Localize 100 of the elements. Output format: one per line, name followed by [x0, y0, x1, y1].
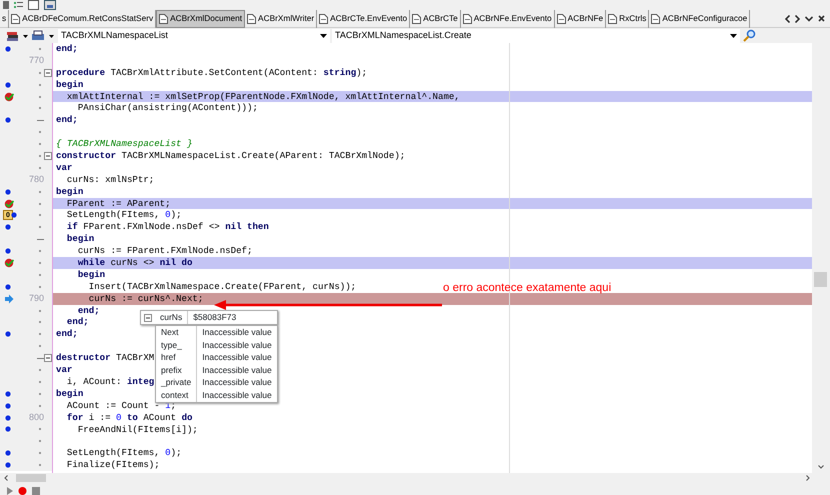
field-name: type_	[160, 338, 183, 352]
code-line: curNs := curNs^.Next;	[88, 292, 204, 304]
code-line: FParent := AParent;	[66, 198, 171, 209]
gutter-tick	[39, 345, 41, 348]
file-tab[interactable]: s	[0, 10, 10, 28]
file-tab[interactable]: ACBrCTe.EnvEvento	[317, 10, 410, 28]
line-number: 780	[28, 172, 44, 186]
file-tab[interactable]: ACBrXmlWriter	[245, 10, 318, 28]
watch-name: curNs	[159, 311, 184, 324]
code-line: begin	[56, 186, 84, 197]
file-tab[interactable]: ACBrCTe	[410, 10, 461, 28]
field-value: Inaccessible value	[196, 388, 277, 402]
gutter-tick	[39, 190, 41, 193]
field-value: Inaccessible value	[196, 364, 277, 376]
code-line: { TACBrXMLNamespaceList }	[56, 138, 192, 150]
code-line: SetLength(FItems, 0);	[66, 209, 182, 220]
code-line: PAnsiChar(ansistring(AContent)));	[76, 102, 258, 114]
field-name: context	[160, 388, 190, 402]
gutter-tick	[39, 380, 41, 383]
field-value: Inaccessible value	[196, 338, 277, 352]
line-number: 790	[28, 292, 44, 305]
code-line: end;	[56, 328, 78, 340]
gutter-tick	[39, 202, 41, 205]
scroll-left-icon[interactable]	[785, 14, 790, 22]
code-line: end;	[66, 316, 89, 328]
gutter-tick	[39, 392, 41, 395]
gutter-tick	[39, 404, 41, 407]
class-combo[interactable]: TACBrXMLNamespaceList	[58, 28, 330, 42]
gutter-tick	[39, 96, 41, 98]
method-combo[interactable]: TACBrXMLNamespaceList.Create	[332, 28, 740, 42]
code-line: for i := 0 to ACount do	[66, 412, 192, 423]
code-line: i, ACount: integ	[66, 376, 154, 387]
code-line: begin	[66, 233, 94, 244]
code-line: if FParent.FXmlNode.nsDef <> nil then	[66, 221, 269, 232]
code-line: var	[56, 162, 72, 173]
field-value: Inaccessible value	[196, 351, 277, 364]
code-line: curNs: xmlNsPtr;	[66, 174, 154, 185]
field-name: _private	[160, 376, 192, 389]
code-line: end;	[56, 114, 78, 126]
gutter-tick	[39, 250, 41, 252]
gutter-tick	[39, 107, 41, 110]
code-line: begin	[56, 388, 84, 399]
gutter-tick	[39, 274, 41, 276]
code-line: destructor TACBrXM	[56, 352, 154, 364]
caret-icon	[320, 32, 327, 38]
code-line: FreeAndNil(FItems[i]);	[76, 424, 198, 434]
field-name: href	[160, 351, 177, 364]
code-line: constructor TACBrXMLNamespaceList.Create(AParent: TACBrXmlNode);	[56, 150, 406, 162]
gutter-tick	[39, 131, 41, 134]
scroll-right-icon[interactable]	[795, 14, 800, 22]
file-tab[interactable]: ACBrXmlDocument	[156, 10, 246, 28]
stop-icon[interactable]	[31, 486, 40, 495]
code-line: curNs := FParent.FXmlNode.nsDef;	[76, 245, 252, 256]
play-icon[interactable]	[6, 486, 14, 495]
scroll-thumb[interactable]	[814, 272, 827, 287]
gutter-tick	[39, 440, 41, 442]
gutter-tick	[39, 154, 41, 157]
scroll-down-icon[interactable]	[818, 465, 824, 469]
line-number: 770	[28, 54, 44, 68]
gutter-tick	[39, 166, 41, 169]
scroll-left-icon[interactable]	[4, 475, 8, 481]
scroll-thumb[interactable]	[16, 474, 46, 482]
page-icon[interactable]	[28, 0, 40, 10]
file-tab[interactable]: RxCtrls	[606, 10, 650, 28]
close-icon[interactable]	[818, 15, 825, 22]
gutter-tick	[39, 84, 41, 86]
gutter-tick	[39, 310, 41, 312]
scroll-right-icon[interactable]	[806, 475, 810, 481]
gutter-tick	[39, 452, 41, 454]
code-line: SetLength(FItems, 0);	[66, 447, 182, 458]
code-line: Insert(TACBrXmlNamespace.Create(FParent, curNs));	[88, 280, 356, 292]
file-tab[interactable]: ACBrNFe	[554, 10, 606, 28]
code-line: xmlAttInternal := xmlSetProp(FParentNode.FXmlNode, xmlAttInternal^.Name,	[66, 90, 460, 102]
record-icon[interactable]	[18, 486, 27, 495]
list-icon[interactable]	[14, 1, 24, 10]
gutter-tick	[39, 48, 41, 50]
caret-icon	[730, 32, 737, 38]
gutter-tick	[39, 321, 41, 324]
field-name: Next	[160, 326, 180, 339]
gutter-tick	[39, 286, 41, 288]
dropdown-icon[interactable]	[805, 16, 813, 22]
toolbar-icon[interactable]	[2, 1, 10, 10]
watch-value: $58083F73	[187, 311, 242, 324]
file-tab[interactable]: ACBrNFeConfiguracoe	[649, 10, 750, 28]
code-line: begin	[56, 78, 84, 90]
gutter-tick	[39, 262, 41, 264]
gutter-tick	[39, 368, 41, 371]
code-line: end;	[76, 304, 100, 316]
gutter-tick	[39, 333, 41, 336]
search-icon[interactable]	[742, 29, 756, 42]
books-icon[interactable]	[6, 30, 20, 42]
file-tab[interactable]: ACBrNFe.EnvEvento	[460, 10, 555, 28]
gutter-tick	[39, 428, 41, 430]
field-value: Inaccessible value	[196, 326, 277, 339]
gutter-tick	[39, 214, 41, 216]
code-line: while curNs <> nil do	[76, 257, 192, 268]
code-line: Finalize(FItems);	[66, 459, 160, 470]
printer-icon[interactable]	[31, 30, 45, 42]
window-icon[interactable]	[44, 0, 56, 10]
field-name: prefix	[160, 364, 183, 376]
